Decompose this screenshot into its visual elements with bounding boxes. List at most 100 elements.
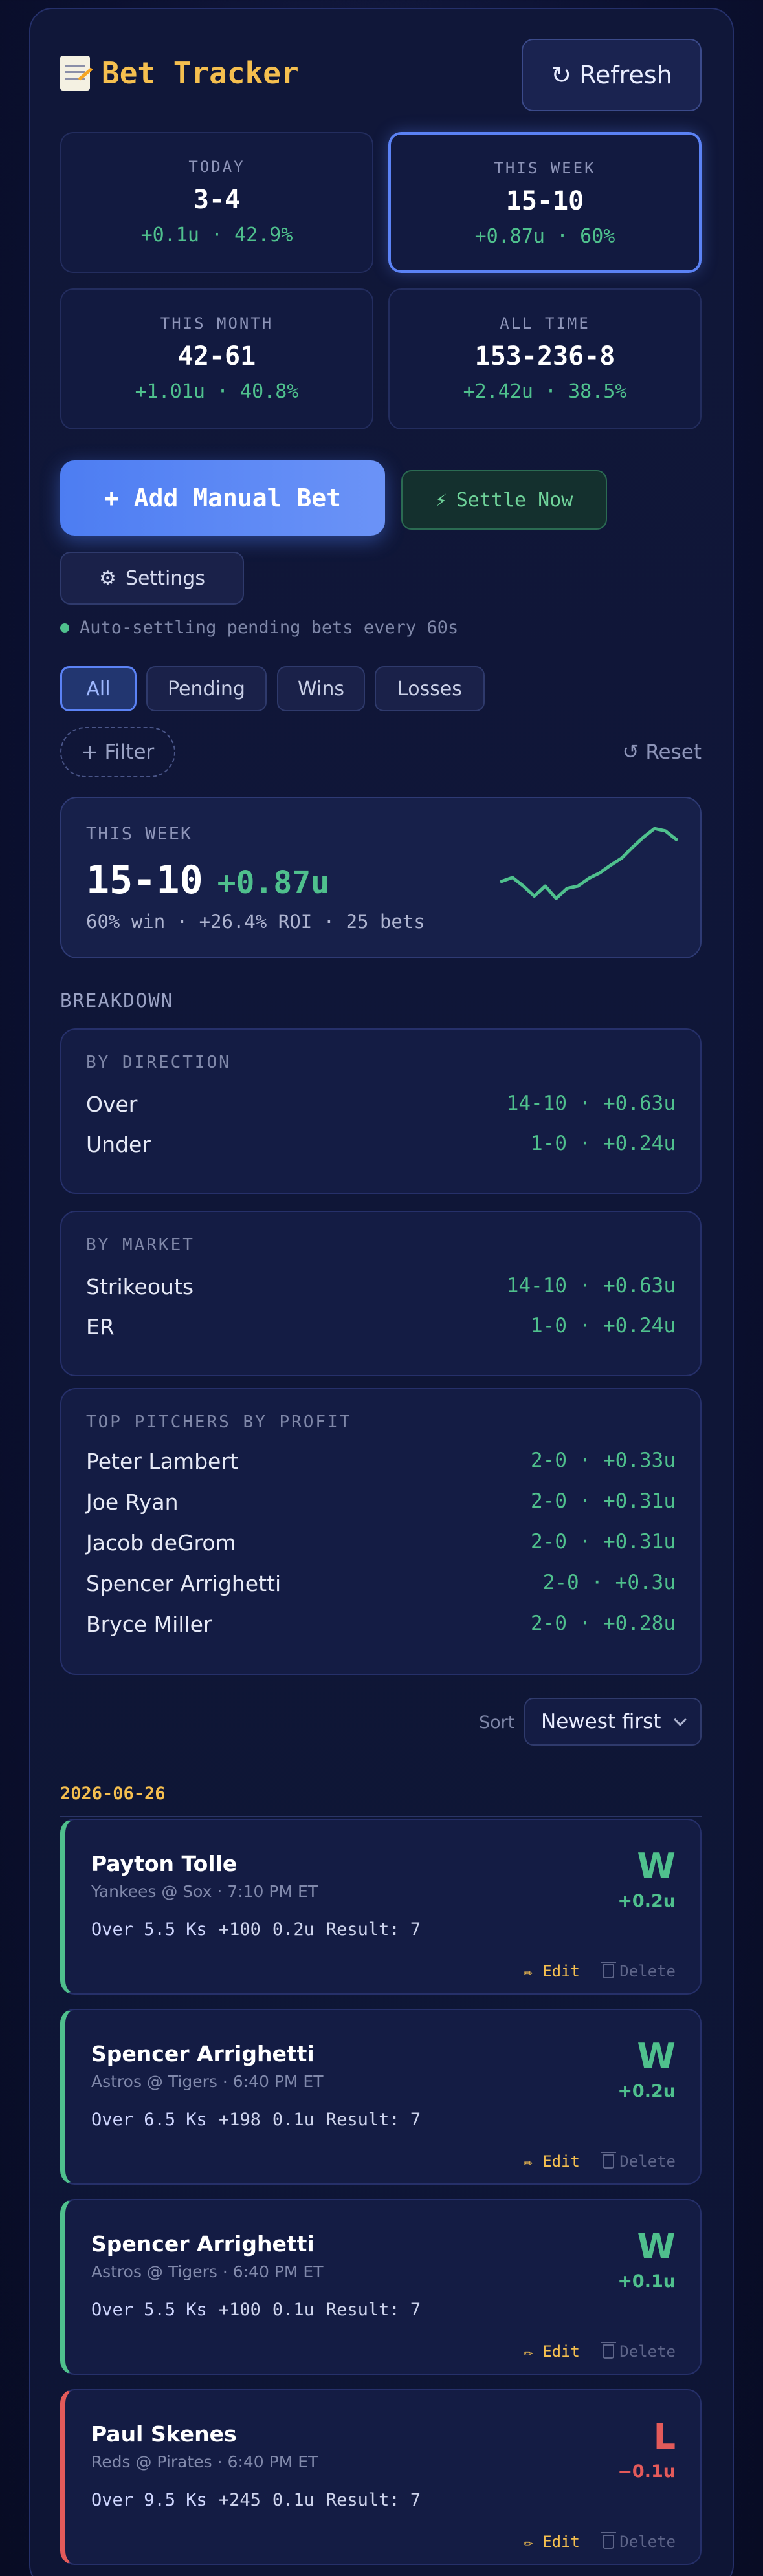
- bet-pitcher: Spencer Arrighetti: [91, 2231, 315, 2257]
- bet-line: Over 6.5 Ks +198 0.1u Result: 7: [91, 2110, 421, 2130]
- breakdown-by-direction: BY DIRECTION Over 14-10 · +0.63u Under 1…: [60, 1028, 702, 1194]
- delete-button[interactable]: Delete: [601, 2342, 676, 2361]
- delete-label: Delete: [619, 1962, 676, 1980]
- settings-label: Settings: [125, 567, 205, 590]
- breakdown-row: Bryce Miller 2-0 · +0.28u: [86, 1612, 676, 1637]
- stat-record: 15-10: [505, 186, 584, 216]
- bet-result-text: Result: 7: [326, 2490, 421, 2510]
- settle-now-button[interactable]: ⚡ Settle Now: [401, 470, 607, 530]
- bet-card: Spencer Arrighetti Astros @ Tigers · 6:4…: [60, 2199, 702, 2375]
- delete-button[interactable]: Delete: [601, 1962, 676, 1980]
- breakdown-row-name: Joe Ryan: [86, 1489, 179, 1515]
- week-summary-headline: 15-10 +0.87u: [86, 858, 329, 903]
- breakdown-by-market: BY MARKET Strikeouts 14-10 · +0.63u ER 1…: [60, 1211, 702, 1376]
- stat-record: 153-236-8: [474, 341, 615, 371]
- week-summary-units: +0.87u: [217, 865, 330, 901]
- bet-pick: Over 5.5 Ks: [91, 1920, 207, 1940]
- breakdown-row-name: Jacob deGrom: [86, 1530, 236, 1555]
- bet-odds: +100: [218, 1920, 261, 1940]
- delete-label: Delete: [619, 2152, 676, 2170]
- bet-odds: +245: [218, 2490, 261, 2510]
- refresh-button[interactable]: ↻ Refresh: [522, 39, 702, 111]
- stat-record: 42-61: [177, 341, 256, 371]
- status-dot-icon: [60, 623, 69, 633]
- bet-line: Over 9.5 Ks +245 0.1u Result: 7: [91, 2490, 421, 2510]
- edit-button[interactable]: ✏ Edit: [524, 2533, 580, 2551]
- bet-result-badge: L: [653, 2416, 676, 2457]
- week-summary-card: THIS WEEK 15-10 +0.87u 60% win · +26.4% …: [60, 797, 702, 958]
- delete-button[interactable]: Delete: [601, 2532, 676, 2551]
- breakdown-row-value: 14-10 · +0.63u: [506, 1274, 676, 1297]
- memo-icon: [60, 56, 90, 91]
- bet-result-text: Result: 7: [326, 2300, 421, 2320]
- sparkline-path: [500, 827, 678, 900]
- breakdown-row: Under 1-0 · +0.24u: [86, 1132, 676, 1157]
- auto-settle-status: Auto-settling pending bets every 60s: [60, 618, 458, 638]
- bet-result-badge: W: [637, 1846, 676, 1887]
- edit-button[interactable]: ✏ Edit: [524, 2152, 580, 2170]
- delete-button[interactable]: Delete: [601, 2152, 676, 2170]
- sort-select[interactable]: Newest first: [524, 1698, 702, 1746]
- trash-icon: [601, 1962, 617, 1978]
- bet-units: +0.1u: [617, 2271, 676, 2291]
- app-title-text: Bet Tracker: [102, 56, 299, 91]
- stat-card-this-week[interactable]: THIS WEEK 15-10 +0.87u · 60%: [388, 132, 702, 273]
- bet-units: −0.1u: [617, 2462, 676, 2482]
- stat-card-all-time: ALL TIME 153-236-8 +2.42u · 38.5%: [388, 288, 702, 429]
- bet-odds: +198: [218, 2110, 261, 2130]
- bet-game: Reds @ Pirates · 6:40 PM ET: [91, 2452, 318, 2471]
- add-manual-bet-button[interactable]: + Add Manual Bet: [60, 460, 385, 536]
- add-filter-button[interactable]: + Filter: [60, 727, 175, 777]
- bet-card: Paul Skenes Reds @ Pirates · 6:40 PM ET …: [60, 2389, 702, 2565]
- gear-icon: ⚙: [99, 567, 116, 590]
- bet-units: +0.2u: [617, 2081, 676, 2101]
- bet-line: Over 5.5 Ks +100 0.2u Result: 7: [91, 1920, 421, 1940]
- breakdown-top-pitchers: TOP PITCHERS BY PROFIT Peter Lambert 2-0…: [60, 1388, 702, 1675]
- breakdown-label: BY MARKET: [86, 1235, 195, 1255]
- breakdown-heading: BREAKDOWN: [60, 990, 174, 1012]
- bet-result-text: Result: 7: [326, 2110, 421, 2130]
- bet-units: +0.2u: [617, 1891, 676, 1911]
- stat-profit: +1.01u · 40.8%: [135, 380, 299, 403]
- filter-tab-pending[interactable]: Pending: [146, 666, 267, 711]
- stat-profit: +0.1u · 42.9%: [140, 224, 293, 246]
- week-summary-sub: 60% win · +26.4% ROI · 25 bets: [86, 911, 425, 933]
- bet-result-badge: W: [637, 2036, 676, 2077]
- trash-icon: [601, 2152, 617, 2169]
- lightning-icon: ⚡: [435, 488, 447, 512]
- breakdown-row: Jacob deGrom 2-0 · +0.31u: [86, 1530, 676, 1555]
- breakdown-row: Joe Ryan 2-0 · +0.31u: [86, 1489, 676, 1515]
- date-group-heading: 2026-06-26: [60, 1784, 166, 1804]
- stat-label: THIS WEEK: [494, 159, 596, 177]
- stat-record: 3-4: [193, 185, 241, 215]
- breakdown-row-value: 2-0 · +0.28u: [531, 1612, 676, 1635]
- edit-button[interactable]: ✏ Edit: [524, 1962, 580, 1980]
- breakdown-row-name: Over: [86, 1092, 138, 1117]
- stat-label: TODAY: [188, 158, 245, 176]
- breakdown-row-name: Peter Lambert: [86, 1449, 238, 1474]
- bet-game: Astros @ Tigers · 6:40 PM ET: [91, 2072, 324, 2091]
- chevron-down-icon: [674, 1713, 687, 1726]
- breakdown-row-name: Strikeouts: [86, 1274, 194, 1299]
- filter-tab-losses[interactable]: Losses: [375, 666, 485, 711]
- bet-result-text: Result: 7: [326, 1920, 421, 1940]
- edit-button[interactable]: ✏ Edit: [524, 2343, 580, 2361]
- header: Bet Tracker ↻ Refresh: [60, 39, 702, 114]
- delete-label: Delete: [619, 2533, 676, 2551]
- bet-pitcher: Paul Skenes: [91, 2421, 237, 2447]
- stat-label: ALL TIME: [500, 314, 590, 332]
- filter-tab-wins[interactable]: Wins: [277, 666, 365, 711]
- bet-stake: 0.1u: [272, 2110, 315, 2130]
- settings-button[interactable]: ⚙ Settings: [60, 552, 244, 605]
- auto-settle-text: Auto-settling pending bets every 60s: [80, 618, 459, 638]
- breakdown-label: TOP PITCHERS BY PROFIT: [86, 1412, 352, 1432]
- filter-tab-all[interactable]: All: [60, 666, 137, 711]
- breakdown-row: Over 14-10 · +0.63u: [86, 1092, 676, 1117]
- bet-stake: 0.1u: [272, 2490, 315, 2510]
- bet-pick: Over 6.5 Ks: [91, 2110, 207, 2130]
- reset-button[interactable]: ↺ Reset: [623, 741, 702, 764]
- breakdown-label: BY DIRECTION: [86, 1053, 231, 1072]
- week-summary-label: THIS WEEK: [86, 824, 193, 844]
- bet-result-badge: W: [637, 2226, 676, 2267]
- stat-label: THIS MONTH: [160, 314, 274, 332]
